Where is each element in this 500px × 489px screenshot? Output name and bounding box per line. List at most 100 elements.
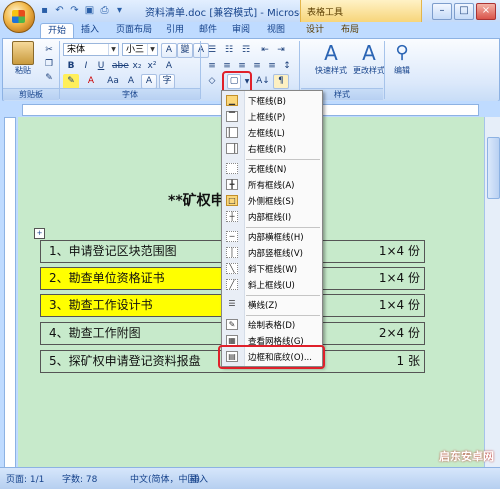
- menu-separator: [246, 315, 320, 316]
- menu-item-draw-table[interactable]: ✎ 绘制表格(D): [222, 317, 322, 333]
- justify-icon[interactable]: ≡: [249, 59, 265, 74]
- phonetic-guide-icon[interactable]: 變: [177, 43, 193, 58]
- superscript-icon[interactable]: x²: [144, 59, 160, 74]
- diagonal-up-border-icon: ╱: [226, 279, 238, 290]
- tab-layout[interactable]: 布局: [338, 23, 362, 38]
- paste-button[interactable]: 粘贴: [9, 41, 37, 76]
- inside-vertical-border-icon: │: [226, 247, 238, 258]
- menu-item-top-border[interactable]: ▔ 上框线(P): [222, 109, 322, 125]
- strikethrough-icon[interactable]: abe: [111, 59, 129, 74]
- grow-font-icon[interactable]: A: [161, 43, 177, 58]
- save-icon[interactable]: ▪: [38, 4, 51, 17]
- inside-horizontal-border-icon: ─: [226, 231, 238, 242]
- print-preview-icon[interactable]: ▣: [83, 4, 96, 17]
- menu-item-no-border[interactable]: 无框线(N): [222, 161, 322, 177]
- ribbon-tabs: 开始 插入 页面布局 引用 邮件 审阅 视图 设计 布局: [0, 22, 500, 39]
- table-move-handle-icon[interactable]: +: [34, 228, 45, 239]
- menu-item-bottom-border[interactable]: ▁ 下框线(B): [222, 93, 322, 109]
- menu-item-inside-horizontal[interactable]: ─ 内部横框线(H): [222, 229, 322, 245]
- bullets-icon[interactable]: ☰: [204, 43, 220, 58]
- sort-icon[interactable]: A↓: [255, 74, 271, 89]
- tab-insert[interactable]: 插入: [78, 23, 102, 38]
- cut-icon[interactable]: ✂: [41, 43, 57, 58]
- editing-button[interactable]: ⚲ 编辑: [389, 41, 415, 76]
- multilevel-list-icon[interactable]: ☶: [238, 43, 254, 58]
- tab-home[interactable]: 开始: [40, 23, 74, 39]
- office-button[interactable]: [3, 1, 35, 33]
- subscript-icon[interactable]: x₂: [129, 59, 145, 74]
- context-tab-title-label: 表格工具: [307, 8, 344, 18]
- shrink-font-icon[interactable]: A: [123, 74, 139, 89]
- numbering-icon[interactable]: ☷: [221, 43, 237, 58]
- group-divider: [384, 41, 385, 99]
- enclose-characters-icon[interactable]: 字: [159, 74, 175, 89]
- character-shading-icon[interactable]: A: [141, 74, 157, 89]
- maximize-button[interactable]: □: [454, 3, 474, 20]
- bottom-border-icon: ▁: [226, 95, 238, 106]
- change-styles-button[interactable]: A 更改样式: [349, 41, 389, 76]
- italic-icon[interactable]: I: [78, 59, 94, 74]
- menu-item-outside-borders[interactable]: □ 外侧框线(S): [222, 193, 322, 209]
- word-count[interactable]: 字数: 78: [62, 472, 97, 485]
- clipboard-group-label: 剪贴板: [3, 88, 59, 100]
- decrease-indent-icon[interactable]: ⇤: [257, 43, 273, 58]
- highlight-color-icon[interactable]: ✎: [63, 74, 79, 89]
- status-bar: 页面: 1/1 字数: 78 中文(简体，中国) 插入: [0, 467, 500, 489]
- quick-styles-button[interactable]: A 快速样式: [309, 41, 353, 76]
- close-button[interactable]: ×: [476, 3, 496, 20]
- menu-item-all-borders[interactable]: ╋ 所有框线(A): [222, 177, 322, 193]
- tab-mailings[interactable]: 邮件: [196, 23, 220, 38]
- tab-references[interactable]: 引用: [163, 23, 187, 38]
- menu-item-left-border[interactable]: ▏ 左框线(L): [222, 125, 322, 141]
- bold-icon[interactable]: B: [63, 59, 79, 74]
- table-cell-quantity: 2×4 份: [378, 326, 420, 340]
- quick-print-icon[interactable]: ⎙: [98, 4, 111, 17]
- outside-borders-icon: □: [226, 195, 238, 206]
- scroll-thumb[interactable]: [487, 137, 500, 199]
- horizontal-line-icon: ☰: [228, 299, 236, 308]
- vertical-ruler[interactable]: [0, 117, 18, 469]
- menu-item-inside-borders[interactable]: ┼ 内部框线(I): [222, 209, 322, 225]
- table-cell-quantity: 1×4 份: [378, 244, 420, 258]
- line-spacing-icon[interactable]: ↕: [279, 59, 295, 74]
- minimize-button[interactable]: –: [432, 3, 452, 20]
- format-painter-icon[interactable]: ✎: [41, 71, 57, 86]
- page-count[interactable]: 页面: 1/1: [6, 472, 44, 485]
- increase-indent-icon[interactable]: ⇥: [273, 43, 289, 58]
- vertical-scrollbar[interactable]: [484, 117, 500, 467]
- clear-formatting-icon[interactable]: A: [161, 59, 177, 74]
- customize-toolbar-icon[interactable]: ▾: [113, 4, 126, 17]
- office-logo-icon: [12, 10, 25, 23]
- copy-icon[interactable]: ❐: [41, 57, 57, 72]
- font-name-combo[interactable]: 宋体 ▼: [63, 43, 119, 56]
- font-size-combo[interactable]: 小三 ▼: [122, 43, 158, 56]
- inside-borders-icon: ┼: [226, 211, 238, 222]
- menu-item-inside-vertical[interactable]: │ 内部竖框线(V): [222, 245, 322, 261]
- show-hide-marks-icon[interactable]: ¶: [273, 74, 289, 89]
- quick-styles-icon: A: [324, 41, 338, 65]
- title-bar: ▪ ↶ ↷ ▣ ⎙ ▾ 资料清单.doc [兼容模式] - Microsoft …: [0, 0, 500, 23]
- tab-page-layout[interactable]: 页面布局: [110, 23, 158, 38]
- insert-mode[interactable]: 插入: [190, 472, 208, 485]
- distributed-icon[interactable]: ≡: [264, 59, 280, 74]
- all-borders-icon: ╋: [226, 179, 238, 190]
- tab-design[interactable]: 设计: [303, 23, 327, 38]
- menu-item-right-border[interactable]: ▕ 右框线(R): [222, 141, 322, 157]
- right-border-icon: ▕: [226, 143, 238, 154]
- menu-item-diagonal-down[interactable]: ╲ 斜下框线(W): [222, 261, 322, 277]
- align-left-icon[interactable]: ≡: [204, 59, 220, 74]
- underline-icon[interactable]: U: [93, 59, 109, 74]
- tab-view[interactable]: 视图: [264, 23, 288, 38]
- tab-review[interactable]: 审阅: [229, 23, 253, 38]
- undo-icon[interactable]: ↶: [53, 4, 66, 17]
- table-cell: 2、勘查单位资格证书: [41, 268, 225, 289]
- table-cell: 3、勘查工作设计书: [41, 295, 225, 316]
- change-case-icon[interactable]: Aa: [105, 74, 121, 89]
- shading-icon[interactable]: ◇: [204, 74, 220, 89]
- paste-icon: [12, 41, 34, 65]
- menu-item-diagonal-up[interactable]: ╱ 斜上框线(U): [222, 277, 322, 293]
- change-styles-icon: A: [362, 41, 376, 65]
- menu-item-horizontal-line[interactable]: ☰ 横线(Z): [222, 297, 322, 313]
- redo-icon[interactable]: ↷: [68, 4, 81, 17]
- borders-and-shading-highlight-annotation: [218, 345, 325, 369]
